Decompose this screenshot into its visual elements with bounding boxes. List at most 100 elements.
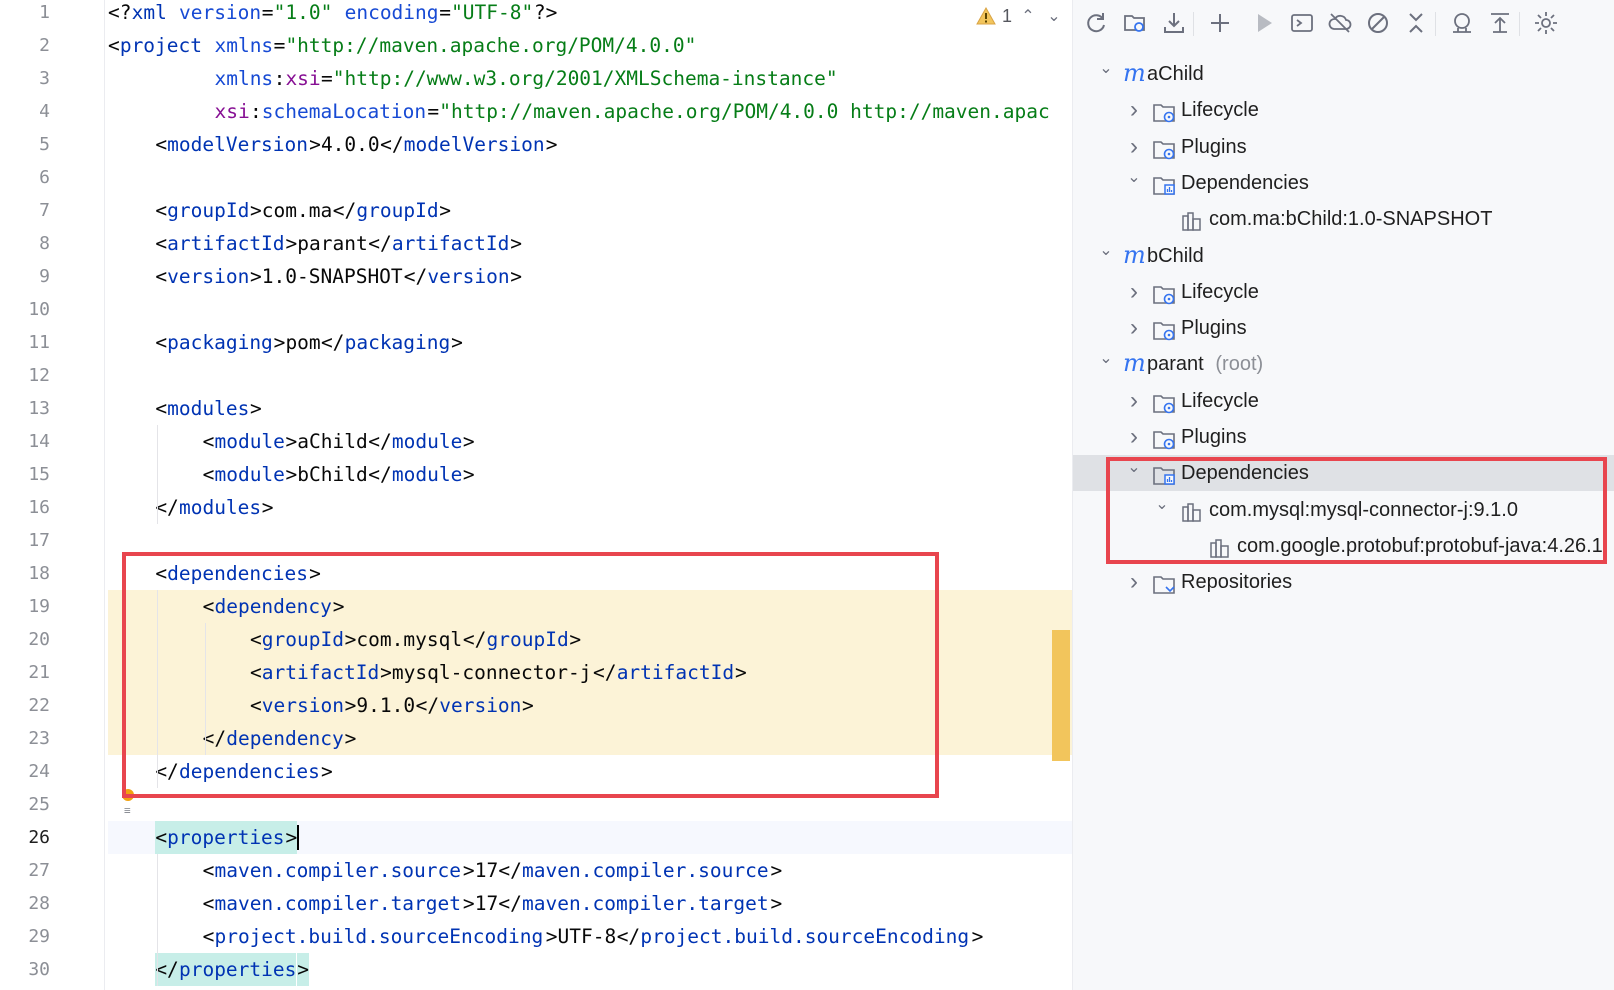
line-number[interactable]: 8 xyxy=(0,227,50,260)
code-line[interactable]: < properties > xyxy=(108,821,1072,854)
line-number[interactable]: 27 xyxy=(0,854,50,887)
code-line[interactable]: < project.build.sourceEncoding > UTF-8 </pro… xyxy=(108,920,1072,953)
tree-node-plugins[interactable]: › Plugins xyxy=(1073,129,1614,165)
chevron-right-icon[interactable]: › xyxy=(1125,383,1143,419)
chevron-down-icon[interactable]: ⌄ xyxy=(1125,455,1143,481)
line-number[interactable]: 6 xyxy=(0,161,50,194)
collapse-all-icon[interactable] xyxy=(1403,10,1429,36)
line-number[interactable]: 10 xyxy=(0,293,50,326)
chevron-down-icon[interactable]: ⌄ xyxy=(1097,346,1115,372)
code-line[interactable]: < maven.compiler.source >17 </maven.compile… xyxy=(108,854,1072,887)
run-icon[interactable] xyxy=(1251,10,1277,36)
settings-icon[interactable] xyxy=(1533,10,1559,36)
chevron-down-icon[interactable]: ⌄ xyxy=(1153,492,1171,518)
code-line[interactable]: xsi: schemaLocation = "http://maven.apache.… xyxy=(108,95,1072,128)
line-number[interactable]: 1 xyxy=(0,0,50,29)
tree-node-com-mysql-mysql-connector-j-9-1-0[interactable]: ⌄ com.mysql:mysql-connector-j:9.1.0 xyxy=(1073,492,1614,528)
chevron-down-icon[interactable]: ⌄ xyxy=(1097,238,1115,264)
line-number[interactable]: 15 xyxy=(0,458,50,491)
tree-node-achild[interactable]: ⌄ m aChild xyxy=(1073,56,1614,92)
generate-sources-icon[interactable] xyxy=(1122,10,1148,36)
code-line[interactable]: < version >1.0-SNAPSHOT </version > xyxy=(108,260,1072,293)
tree-node-lifecycle[interactable]: › Lifecycle xyxy=(1073,92,1614,128)
tree-node-plugins[interactable]: › Plugins xyxy=(1073,419,1614,455)
code-line[interactable] xyxy=(108,293,1072,326)
line-number[interactable]: 30 xyxy=(0,953,50,986)
chevron-right-icon[interactable]: › xyxy=(1125,129,1143,165)
code-line[interactable] xyxy=(108,524,1072,557)
line-number[interactable]: 4 xyxy=(0,95,50,128)
code-line[interactable] xyxy=(108,161,1072,194)
inspection-widget[interactable]: 1 ⌃ ⌄ xyxy=(976,4,1064,28)
tree-node-lifecycle[interactable]: › Lifecycle xyxy=(1073,383,1614,419)
chevron-right-icon[interactable]: › xyxy=(1125,564,1143,600)
code-line[interactable]: </properties > xyxy=(108,953,1072,986)
line-number[interactable]: 9 xyxy=(0,260,50,293)
line-number[interactable]: 29 xyxy=(0,920,50,953)
code-line[interactable]: </dependency > xyxy=(108,722,1072,755)
reload-icon[interactable] xyxy=(1083,10,1109,36)
line-number[interactable]: 17 xyxy=(0,524,50,557)
code-line[interactable]: < artifactId > mysql-connector-j </artifactI… xyxy=(108,656,1072,689)
line-number[interactable]: 14 xyxy=(0,425,50,458)
line-number[interactable]: 2 xyxy=(0,29,50,62)
chevron-down-icon[interactable]: ⌄ xyxy=(1097,56,1115,82)
show-dependencies-icon[interactable] xyxy=(1487,10,1513,36)
tree-node-plugins[interactable]: › Plugins xyxy=(1073,310,1614,346)
line-number[interactable]: 22 xyxy=(0,689,50,722)
line-number[interactable]: 11 xyxy=(0,326,50,359)
warning-icon[interactable] xyxy=(976,7,996,25)
line-number[interactable]: 16 xyxy=(0,491,50,524)
intention-bulb-icon[interactable] xyxy=(122,789,134,801)
code-line[interactable]: < packaging > pom </packaging > xyxy=(108,326,1072,359)
code-line[interactable] xyxy=(108,359,1072,392)
line-number[interactable]: 20 xyxy=(0,623,50,656)
line-number[interactable]: 19 xyxy=(0,590,50,623)
offline-icon[interactable] xyxy=(1327,10,1353,36)
line-number[interactable]: 12 xyxy=(0,359,50,392)
code-line[interactable]: < module > aChild </module > xyxy=(108,425,1072,458)
tree-node-parant[interactable]: ⌄ m parant (root) xyxy=(1073,346,1614,382)
code-line[interactable]: </dependencies > xyxy=(108,755,1072,788)
line-number[interactable]: 26 xyxy=(0,821,50,854)
code-line[interactable]: < groupId > com.mysql </groupId > xyxy=(108,623,1072,656)
line-number[interactable]: 3 xyxy=(0,62,50,95)
fold-marker-icon[interactable]: ≡ xyxy=(124,804,131,817)
tree-node-repositories[interactable]: › Repositories xyxy=(1073,564,1614,600)
previous-highlight-icon[interactable]: ⌃ xyxy=(1018,6,1038,26)
code-line[interactable]: < project xmlns = "http://maven.apache.org/… xyxy=(108,29,1072,62)
tree-node-com-google-protobuf-protobuf-java-4-26-1[interactable]: com.google.protobuf:protobuf-java:4.26.1 xyxy=(1073,528,1614,564)
line-number[interactable]: 23 xyxy=(0,722,50,755)
changed-lines-marker[interactable] xyxy=(1052,630,1070,761)
line-number[interactable]: 21 xyxy=(0,656,50,689)
code-line[interactable]: < groupId > com.ma </groupId > xyxy=(108,194,1072,227)
chevron-right-icon[interactable]: › xyxy=(1125,92,1143,128)
code-line[interactable]: < version >9.1.0 </version > xyxy=(108,689,1072,722)
line-number[interactable]: 18 xyxy=(0,557,50,590)
code-line[interactable] xyxy=(108,788,1072,821)
line-number-gutter[interactable]: 1 2 3 4 5 6 7 8 9 10 11 12 13 14 15 16 17 18 19 20 21 22 23 24 2… xyxy=(0,0,105,990)
line-number[interactable]: 5 xyxy=(0,128,50,161)
code-line[interactable]: < artifactId > parant </artifactId > xyxy=(108,227,1072,260)
code-line[interactable]: <? xml version = "1.0" encoding = "UTF-8" ?> xyxy=(108,0,1072,29)
code-line[interactable]: xmlns: xsi = "http://www.w3.org/2001/XMLSch… xyxy=(108,62,1072,95)
line-number[interactable]: 25 xyxy=(0,788,50,821)
chevron-right-icon[interactable]: › xyxy=(1125,274,1143,310)
chevron-down-icon[interactable]: ⌄ xyxy=(1125,165,1143,191)
download-icon[interactable] xyxy=(1161,10,1187,36)
add-icon[interactable] xyxy=(1207,10,1233,36)
line-number[interactable]: 13 xyxy=(0,392,50,425)
code-line[interactable]: < dependency > xyxy=(108,590,1072,623)
skip-tests-icon[interactable] xyxy=(1365,10,1391,36)
code-line[interactable]: < module > bChild </module > xyxy=(108,458,1072,491)
chevron-right-icon[interactable]: › xyxy=(1125,310,1143,346)
maven-tool-window[interactable]: ⌄ m aChild › Lifecycle › Plugins ⌄ Dependencies c… xyxy=(1072,0,1614,990)
chevron-right-icon[interactable]: › xyxy=(1125,419,1143,455)
tree-node-dependencies[interactable]: ⌄ Dependencies xyxy=(1073,455,1614,492)
line-number[interactable]: 7 xyxy=(0,194,50,227)
analyze-dependencies-icon[interactable] xyxy=(1449,10,1475,36)
code-line[interactable]: < modules > xyxy=(108,392,1072,425)
code-line[interactable]: </modules > xyxy=(108,491,1072,524)
tree-node-lifecycle[interactable]: › Lifecycle xyxy=(1073,274,1614,310)
code-line[interactable]: < maven.compiler.target >17 </maven.compile… xyxy=(108,887,1072,920)
